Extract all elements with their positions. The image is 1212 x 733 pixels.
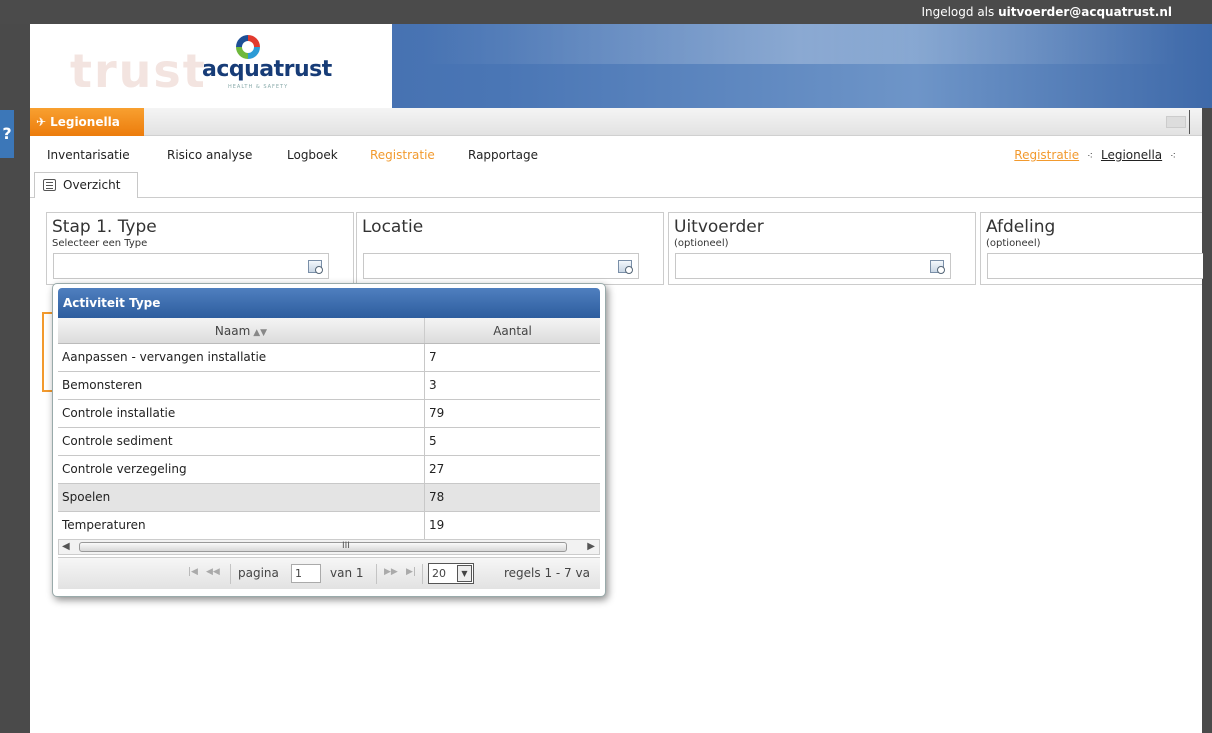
menu-item-inventarisatie[interactable]: Inventarisatie [47,148,130,162]
page-number-input[interactable]: 1 [291,564,321,583]
logo[interactable]: trust acquatrust HEALTH & SAFETY [30,24,392,108]
table-row[interactable]: Aanpassen - vervangen installatie 7 [58,344,600,372]
menu-item-risico-analyse[interactable]: Risico analyse [167,148,252,162]
header-highlight [420,24,1180,64]
rows-info: regels 1 - 7 va [504,566,590,580]
scrollbar-thumb[interactable]: III [79,541,567,552]
activity-type-grid: Naam ▲▼ Aantal Aanpassen - vervangen inst… [58,318,600,540]
table-row[interactable]: Controle sediment 5 [58,428,600,456]
rows-per-page-select[interactable]: 20 ▼ [428,563,474,584]
cell-naam: Controle installatie [58,400,425,427]
popup-title: Activiteit Type [58,288,600,318]
logo-text: acquatrust [202,57,332,82]
filter-uitvoerder-title: Uitvoerder [674,217,764,237]
filter-afdeling: Afdeling (optioneel) [980,212,1203,285]
table-row[interactable]: Bemonsteren 3 [58,372,600,400]
column-naam-label: Naam [214,324,251,338]
module-options-icon[interactable] [1166,116,1186,128]
menu-item-registratie[interactable]: Registratie [370,148,435,162]
next-page-icon[interactable]: ▶▶ [384,567,398,577]
breadcrumb-separator: ⁖ [1087,151,1093,162]
filter-locatie: Locatie [356,212,664,285]
breadcrumb-registratie[interactable]: Registratie [1014,148,1079,162]
prev-page-icon[interactable]: ◀◀ [206,567,220,577]
login-status: Ingelogd als uitvoerder@acquatrust.nl [921,5,1172,19]
help-button[interactable]: ? [0,110,14,158]
cell-naam: Temperaturen [58,512,425,539]
module-bar: ✈ Legionella [30,108,1202,136]
tab-overzicht-label: Overzicht [63,178,121,192]
type-input[interactable] [53,253,329,279]
page-label: pagina [238,566,279,580]
breadcrumb-separator: ⁖ [1170,151,1176,162]
cell-naam: Aanpassen - vervangen installatie [58,344,425,371]
column-header-aantal[interactable]: Aantal [425,318,600,343]
module-tab-legionella[interactable]: ✈ Legionella [30,108,144,136]
locatie-input[interactable] [363,253,639,279]
afdeling-input[interactable] [987,253,1203,279]
logo-watermark: trust [70,44,207,98]
menu-item-rapportage[interactable]: Rapportage [468,148,538,162]
cell-aantal: 78 [429,490,445,504]
filter-uitvoerder-subtitle: (optioneel) [674,238,729,249]
cell-aantal: 3 [429,378,437,392]
table-row[interactable]: Spoelen 78 [58,484,600,512]
table-row[interactable]: Controle installatie 79 [58,400,600,428]
breadcrumb-legionella[interactable]: Legionella [1101,148,1162,162]
pager-divider [376,564,377,584]
uitvoerder-input[interactable] [675,253,951,279]
lookup-icon[interactable] [930,260,945,274]
logo-tagline: HEALTH & SAFETY [228,84,289,90]
cell-naam: Controle verzegeling [58,456,425,483]
cell-aantal: 7 [429,350,437,364]
module-label: Legionella [50,115,120,129]
last-page-icon[interactable]: ▶| [406,567,416,577]
filter-afdeling-title: Afdeling [986,217,1056,237]
filter-type-subtitle: Selecteer een Type [52,238,148,249]
filter-afdeling-subtitle: (optioneel) [986,238,1041,249]
pager: |◀ ◀◀ pagina 1 van 1 ▶▶ ▶| 20 ▼ regels 1… [58,557,600,589]
page-count-label: van 1 [330,566,364,580]
grid-header: Naam ▲▼ Aantal [58,318,600,344]
first-page-icon[interactable]: |◀ [188,567,198,577]
filter-type-title: Stap 1. Type [52,217,157,237]
list-icon [43,179,56,191]
cell-naam: Bemonsteren [58,372,425,399]
lookup-icon[interactable] [618,260,633,274]
login-user: uitvoerder@acquatrust.nl [998,5,1172,19]
cell-aantal: 27 [429,462,445,476]
module-divider [1189,110,1190,134]
cell-naam: Controle sediment [58,428,425,455]
menu-item-logboek[interactable]: Logboek [287,148,338,162]
pager-divider [422,564,423,584]
activiteit-type-popup: Activiteit Type Naam ▲▼ Aantal Aanpassen … [52,283,606,597]
rows-per-page-value: 20 [432,567,446,580]
tab-overzicht[interactable]: Overzicht [34,172,138,198]
cell-aantal: 79 [429,406,445,420]
breadcrumb: Registratie ⁖ Legionella ⁖ [1014,148,1184,162]
filter-type: Stap 1. Type Selecteer een Type [46,212,354,285]
subtab-bar: Overzicht [30,172,1202,198]
cell-aantal: 5 [429,434,437,448]
login-prefix: Ingelogd als [921,5,995,19]
sort-icon: ▲▼ [253,328,268,338]
filter-uitvoerder: Uitvoerder (optioneel) [668,212,976,285]
chevron-down-icon[interactable]: ▼ [457,565,472,582]
scroll-left-icon[interactable]: ◀ [62,541,70,552]
table-row[interactable]: Temperaturen 19 [58,512,600,540]
lookup-icon[interactable] [308,260,323,274]
cell-naam: Spoelen [58,484,425,511]
pager-divider [230,564,231,584]
main-menu: Inventarisatie Risico analyse Logboek Re… [30,136,1202,166]
column-header-naam[interactable]: Naam ▲▼ [58,318,425,343]
cell-aantal: 19 [429,518,445,532]
table-row[interactable]: Controle verzegeling 27 [58,456,600,484]
scrollbar-grip: III [342,541,350,551]
scroll-right-icon[interactable]: ▶ [587,541,595,552]
airplane-icon: ✈ [36,115,47,129]
horizontal-scrollbar[interactable]: ◀ III ▶ [58,539,600,555]
filter-locatie-title: Locatie [362,217,424,237]
top-bar: Ingelogd als uitvoerder@acquatrust.nl [0,0,1212,24]
